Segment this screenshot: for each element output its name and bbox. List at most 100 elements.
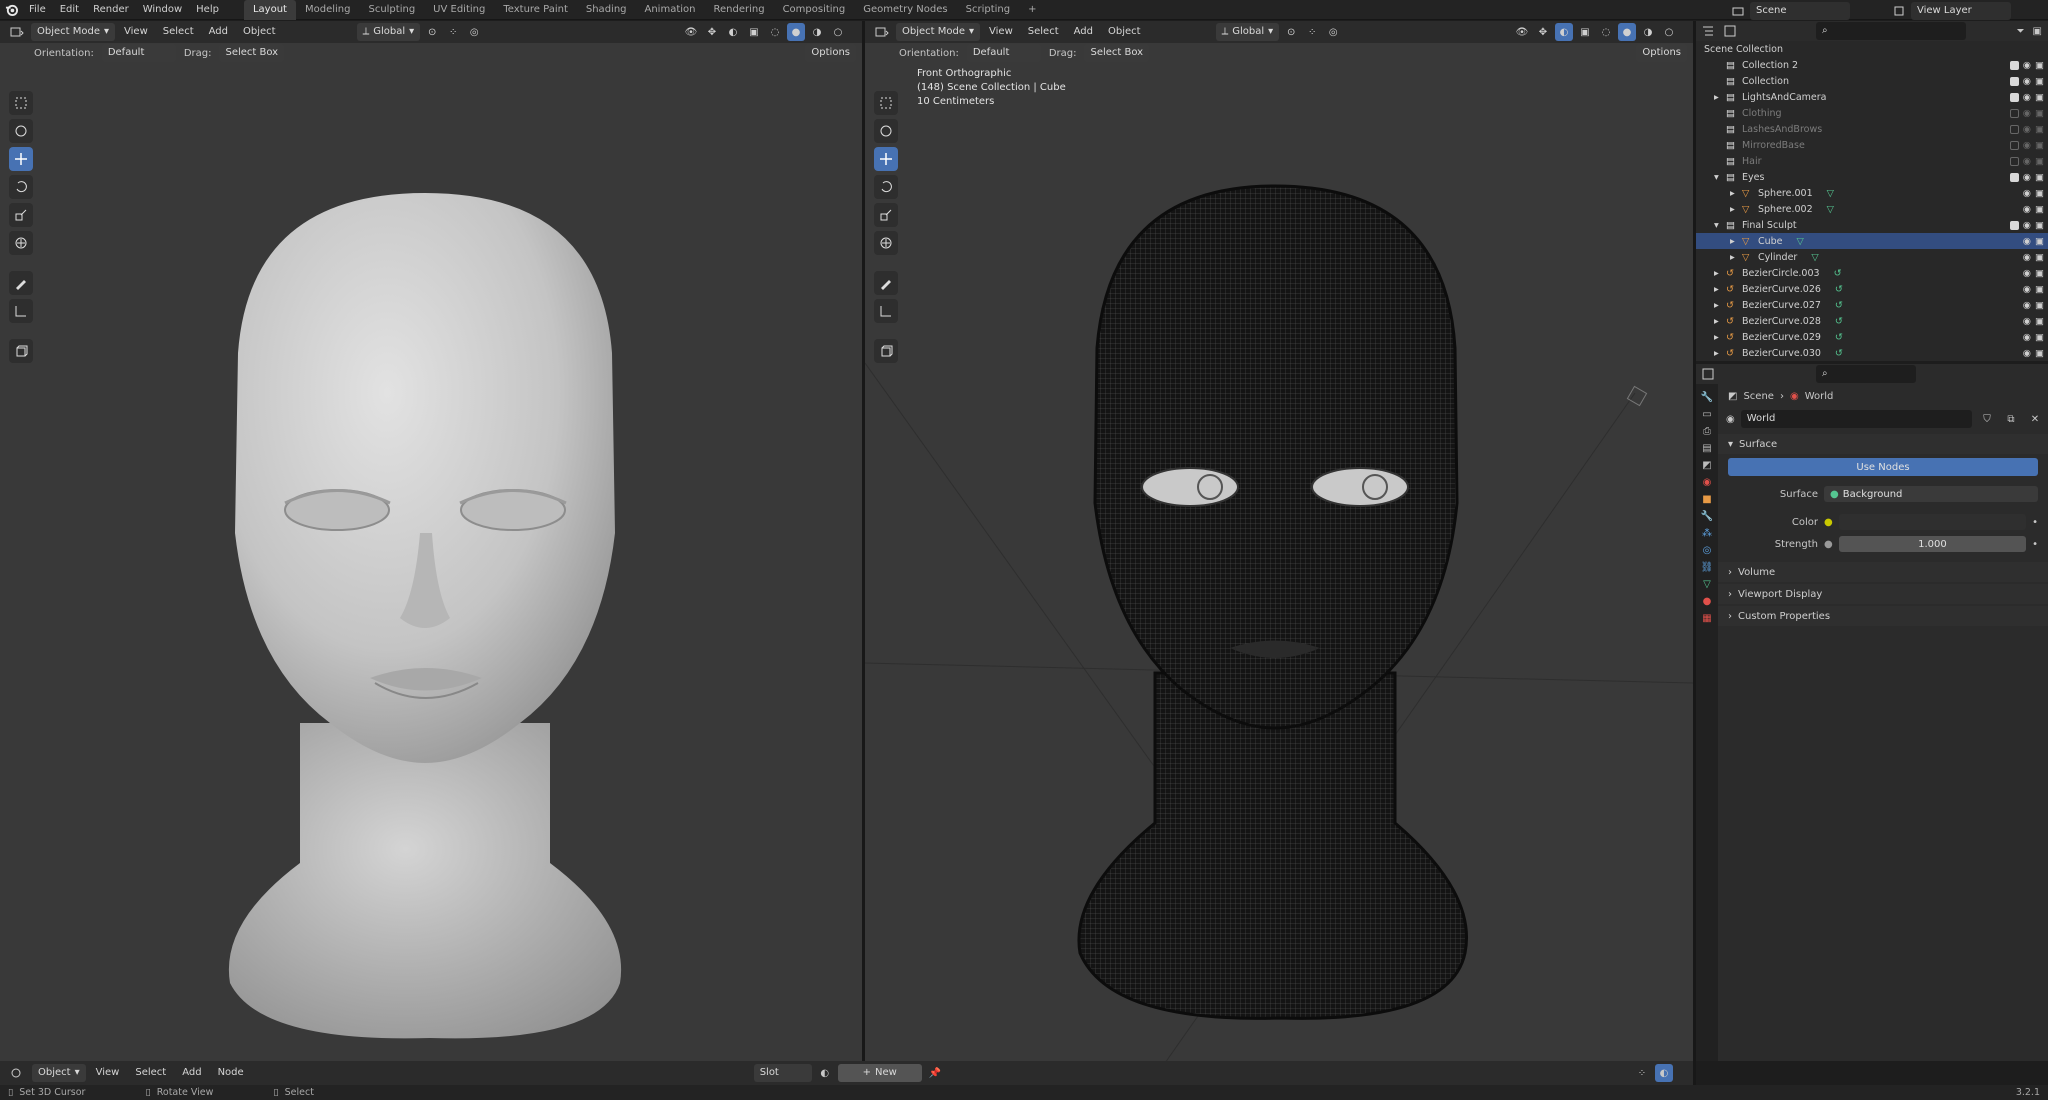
new-collection-icon[interactable]: ▣: [2033, 26, 2042, 37]
overlays-icon[interactable]: ◐: [1555, 23, 1573, 41]
expand-arrow-icon[interactable]: ▸: [1714, 332, 1726, 343]
menu-window[interactable]: Window: [136, 0, 189, 20]
physics-tab-icon[interactable]: ◎: [1703, 545, 1712, 556]
eye-icon[interactable]: ◉: [2023, 172, 2031, 183]
expand-arrow-icon[interactable]: ▸: [1714, 348, 1726, 359]
wireframe-shading-icon[interactable]: ◌: [766, 23, 784, 41]
outliner-row[interactable]: ▸ ↺ BezierCurve.029 ↺ ◉ ▣: [1696, 329, 2048, 345]
mode-dropdown[interactable]: Object Mode ▾: [896, 23, 981, 41]
blender-logo-icon[interactable]: [0, 0, 22, 20]
overlays-icon[interactable]: ◐: [724, 23, 742, 41]
tab-geometry-nodes[interactable]: Geometry Nodes: [854, 0, 956, 20]
drag-dropdown[interactable]: Select Box: [1084, 44, 1150, 62]
outliner-editor-icon[interactable]: [1702, 25, 1716, 37]
snap-icon[interactable]: ⁘: [1303, 23, 1321, 41]
constraints-tab-icon[interactable]: ⛓: [1701, 562, 1714, 573]
view-layer-tab-icon[interactable]: ▤: [1702, 443, 1711, 454]
outliner-row[interactable]: ▤ Collection ◉ ▣: [1696, 73, 2048, 89]
eye-icon[interactable]: ◉: [2023, 92, 2031, 103]
scene-name[interactable]: Scene: [1750, 2, 1850, 20]
rendered-shading-icon[interactable]: ○: [1660, 23, 1678, 41]
outliner-row[interactable]: ▤ MirroredBase ◉ ▣: [1696, 137, 2048, 153]
material-shading-icon[interactable]: ◑: [1639, 23, 1657, 41]
camera-render-icon[interactable]: ▣: [2035, 316, 2044, 327]
outliner-row[interactable]: ▸ ▽ Sphere.002 ▽ ◉ ▣: [1696, 201, 2048, 217]
scene-collection-row[interactable]: Scene Collection: [1696, 41, 2048, 57]
overlays-icon[interactable]: ◐: [1655, 1064, 1673, 1082]
camera-render-icon[interactable]: ▣: [2035, 76, 2044, 87]
exclude-checkbox[interactable]: [2009, 220, 2019, 230]
menu-object[interactable]: Object: [1102, 23, 1147, 41]
mesh-data-icon[interactable]: ▽: [1811, 252, 1818, 263]
proportional-edit-icon[interactable]: ◎: [1324, 23, 1342, 41]
options-dropdown[interactable]: Options: [1636, 44, 1687, 62]
right-3d-viewport[interactable]: Object Mode ▾ View Select Add Object ⟂ Glo…: [865, 21, 1693, 1061]
eye-icon[interactable]: ◉: [2023, 268, 2031, 279]
outliner-row[interactable]: ▸ ↺ BezierCurve.028 ↺ ◉ ▣: [1696, 313, 2048, 329]
new-material-button[interactable]: + New: [837, 1064, 922, 1082]
eye-icon[interactable]: ◉: [2023, 124, 2031, 135]
world-name-field[interactable]: World: [1740, 410, 1972, 428]
tab-uv-editing[interactable]: UV Editing: [424, 0, 494, 20]
camera-render-icon[interactable]: ▣: [2035, 60, 2044, 71]
world-icon[interactable]: ◉: [1726, 414, 1735, 425]
use-nodes-button[interactable]: Use Nodes: [1728, 458, 2038, 476]
camera-render-icon[interactable]: ▣: [2035, 268, 2044, 279]
eye-icon[interactable]: ◉: [2023, 220, 2031, 231]
menu-select[interactable]: Select: [157, 23, 200, 41]
outliner-row[interactable]: ▤ Hair ◉ ▣: [1696, 153, 2048, 169]
expand-arrow-icon[interactable]: ▸: [1714, 268, 1726, 279]
options-dropdown[interactable]: Options: [805, 44, 856, 62]
filter-icon[interactable]: ⏷: [2017, 26, 2025, 37]
expand-arrow-icon[interactable]: ▾: [1714, 220, 1726, 231]
duplicate-icon[interactable]: ⧉: [2002, 410, 2020, 428]
color-swatch[interactable]: [1838, 514, 2027, 530]
close-icon[interactable]: ✕: [2026, 410, 2044, 428]
slot-dropdown[interactable]: Slot: [753, 1064, 812, 1082]
camera-render-icon[interactable]: ▣: [2035, 156, 2044, 167]
menu-render[interactable]: Render: [86, 0, 136, 20]
eye-icon[interactable]: ◉: [2023, 300, 2031, 311]
tab-compositing[interactable]: Compositing: [774, 0, 855, 20]
material-browse-icon[interactable]: ◐: [816, 1064, 834, 1082]
curve-data-icon[interactable]: ↺: [1835, 284, 1843, 295]
camera-render-icon[interactable]: ▣: [2035, 172, 2044, 183]
outliner-search-input[interactable]: ⌕: [1816, 22, 1966, 40]
scene-tab-icon[interactable]: ◩: [1702, 460, 1711, 471]
modifier-tab-icon[interactable]: 🔧: [1701, 511, 1713, 522]
pin-icon[interactable]: 📌: [926, 1064, 944, 1082]
solid-shading-icon[interactable]: ●: [787, 23, 805, 41]
expand-arrow-icon[interactable]: ▸: [1730, 236, 1742, 247]
expand-arrow-icon[interactable]: ▸: [1730, 204, 1742, 215]
expand-arrow-icon[interactable]: ▾: [1714, 172, 1726, 183]
editor-type-icon[interactable]: [6, 1067, 28, 1079]
outliner-row[interactable]: ▸ ▤ LightsAndCamera ◉ ▣: [1696, 89, 2048, 105]
camera-render-icon[interactable]: ▣: [2035, 108, 2044, 119]
snap-icon[interactable]: ⁘: [1633, 1064, 1651, 1082]
scene-selector[interactable]: Scene: [1732, 2, 1850, 20]
eye-icon[interactable]: ◉: [2023, 284, 2031, 295]
exclude-checkbox[interactable]: [2009, 124, 2019, 134]
outliner-row[interactable]: ▸ ↺ BezierCurve.026 ↺ ◉ ▣: [1696, 281, 2048, 297]
left-3d-viewport[interactable]: Object Mode ▾ View Select Add Object ⟂ Glo…: [0, 21, 862, 1061]
gizmo-icon[interactable]: ✥: [1534, 23, 1552, 41]
eye-icon[interactable]: ◉: [2023, 236, 2031, 247]
menu-view[interactable]: View: [90, 1064, 126, 1082]
xray-icon[interactable]: ▣: [745, 23, 763, 41]
menu-file[interactable]: File: [22, 0, 53, 20]
data-tab-icon[interactable]: ▽: [1703, 579, 1711, 590]
tab-rendering[interactable]: Rendering: [704, 0, 773, 20]
eye-icon[interactable]: ◉: [2023, 348, 2031, 359]
exclude-checkbox[interactable]: [2009, 156, 2019, 166]
mesh-data-icon[interactable]: ▽: [1827, 204, 1834, 215]
camera-render-icon[interactable]: ▣: [2035, 220, 2044, 231]
curve-data-icon[interactable]: ↺: [1835, 332, 1843, 343]
camera-render-icon[interactable]: ▣: [2035, 124, 2044, 135]
eye-icon[interactable]: ◉: [2023, 76, 2031, 87]
camera-render-icon[interactable]: ▣: [2035, 140, 2044, 151]
keyframe-dot-icon[interactable]: •: [2032, 539, 2038, 550]
expand-arrow-icon[interactable]: ▸: [1714, 284, 1726, 295]
eye-icon[interactable]: ◉: [2023, 140, 2031, 151]
transform-orientation-dropdown[interactable]: ⟂ Global ▾: [356, 23, 421, 41]
expand-arrow-icon[interactable]: ▸: [1714, 300, 1726, 311]
